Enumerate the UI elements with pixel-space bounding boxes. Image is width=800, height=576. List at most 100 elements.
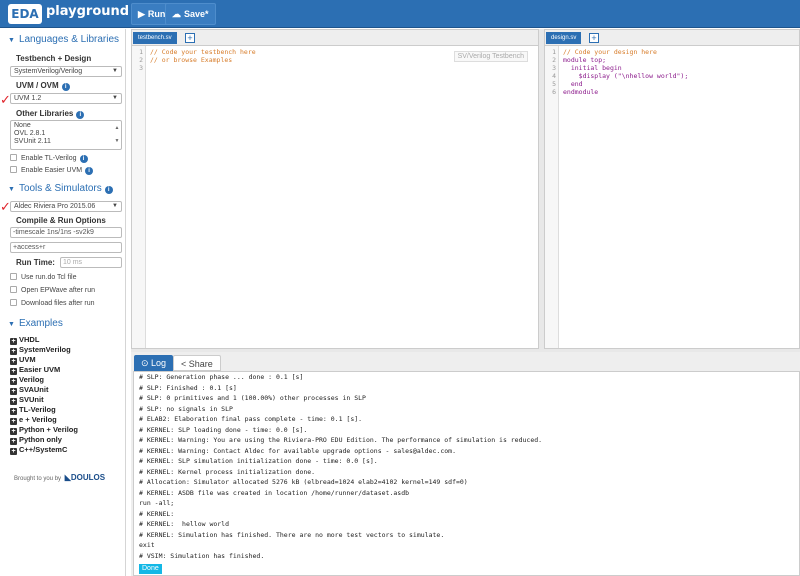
add-file-button[interactable]: + (185, 33, 195, 43)
line-number: 2 (139, 56, 143, 64)
caret-down-icon: ▼ (8, 37, 15, 44)
example-svaunit[interactable]: + SVAUnit (10, 385, 48, 395)
chevron-down-icon: ▼ (112, 68, 118, 74)
example-label: SystemVerilog (19, 345, 71, 354)
log-line: # Allocation: Simulator allocated 5276 k… (139, 478, 468, 486)
example-vhdl[interactable]: + VHDL (10, 335, 39, 345)
list-item[interactable]: None (14, 122, 118, 130)
log-line: # KERNEL: Warning: Contact Aldec for ava… (139, 447, 456, 455)
checkbox-label: Use run.do Tcl file (21, 274, 77, 281)
plus-icon: + (10, 438, 17, 445)
example-svunit[interactable]: + SVUnit (10, 395, 44, 405)
uvm-ovm-label: UVM / OVM i (16, 81, 70, 91)
example-python-verilog[interactable]: + Python + Verilog (10, 425, 78, 435)
tab-share[interactable]: < Share (173, 355, 221, 371)
caret-down-icon: ▼ (8, 186, 15, 193)
example-label: SVAUnit (19, 385, 49, 394)
design-editor[interactable]: 1 2 3 4 5 6 // Code your design here mod… (545, 45, 799, 348)
enable-tl-verilog-checkbox[interactable]: Enable TL-Verilog i (10, 154, 88, 163)
checkbox-label: Download files after run (21, 300, 95, 307)
example-tl-verilog[interactable]: + TL-Verilog (10, 405, 56, 415)
example-verilog[interactable]: + Verilog (10, 375, 44, 385)
tab-design[interactable]: design.sv (546, 32, 582, 44)
checkbox-box[interactable] (10, 286, 17, 293)
simulator-select[interactable]: Aldec Riviera Pro 2015.06 ▼ (10, 201, 122, 212)
top-bar: EDA playground ▶ Run ☁ Save* (0, 0, 800, 28)
open-epwave-checkbox[interactable]: Open EPWave after run (10, 286, 95, 294)
example-label: UVM (19, 355, 36, 364)
checkbox-label: Enable TL-Verilog (21, 155, 77, 162)
code-line: // or browse Examples (150, 56, 233, 64)
line-number: 6 (552, 88, 556, 96)
checkbox-box[interactable] (10, 299, 17, 306)
info-icon[interactable]: i (85, 167, 94, 175)
compile-run-options-label: Compile & Run Options (16, 216, 106, 225)
run-time-label: Run Time: (16, 258, 55, 267)
languages-libraries-header[interactable]: ▼ Languages & Libraries (8, 34, 119, 45)
example-label: e + Verilog (19, 415, 57, 424)
code-line: initial begin (563, 64, 622, 72)
example-uvm[interactable]: + UVM (10, 355, 36, 365)
log-line: exit (139, 541, 155, 549)
log-line: # KERNEL: ASDB file was created in locat… (139, 489, 410, 497)
log-line: # KERNEL: hellow world (139, 520, 230, 528)
example-python-only[interactable]: + Python only (10, 435, 62, 445)
tab-log[interactable]: ⊙ Log (134, 355, 174, 371)
logo-eda: EDA (8, 4, 42, 24)
use-run-do-checkbox[interactable]: Use run.do Tcl file (10, 273, 77, 281)
red-check-mark-uvm: ✓ (0, 93, 11, 108)
play-icon: ▶ (138, 9, 145, 19)
example-label: Verilog (19, 375, 45, 384)
info-icon[interactable]: i (61, 83, 70, 91)
checkbox-label: Enable Easier UVM (21, 167, 83, 174)
language-badge: SV/Verilog Testbench (453, 51, 528, 62)
log-output[interactable]: # SLP: Generation phase ... done : 0.1 [… (133, 371, 800, 576)
tab-testbench[interactable]: testbench.sv (133, 32, 177, 44)
add-file-button[interactable]: + (589, 33, 599, 43)
code-line: module top; (563, 56, 607, 64)
example-e-verilog[interactable]: + e + Verilog (10, 415, 57, 425)
list-item[interactable]: OVL 2.8.1 (14, 130, 118, 138)
logo-playground: playground (46, 4, 130, 19)
compile-options-input[interactable]: -timescale 1ns/1ns -sv2k9 (10, 227, 122, 238)
checkbox-box[interactable] (10, 273, 17, 280)
code-line: // Code your design here (563, 48, 657, 56)
info-icon[interactable]: i (104, 186, 113, 194)
examples-header[interactable]: ▼ Examples (8, 318, 63, 329)
tools-simulators-header[interactable]: ▼ Tools & Simulators i (8, 183, 113, 194)
sidebar: ▼ Languages & Libraries Testbench + Desig… (0, 29, 126, 576)
log-line: # ELAB2: Elaboration final pass complete… (139, 415, 363, 423)
list-scrollbar[interactable]: ▲ ▼ (114, 122, 120, 148)
other-libraries-list[interactable]: None OVL 2.8.1 SVUnit 2.11 ▲ ▼ (10, 120, 122, 150)
enable-easier-uvm-checkbox[interactable]: Enable Easier UVM i (10, 166, 94, 175)
checkbox-box[interactable] (10, 154, 17, 161)
checkbox-box[interactable] (10, 166, 17, 173)
example-label: TL-Verilog (19, 405, 56, 414)
doulos-logo[interactable]: ◣DOULOS (65, 473, 105, 482)
language-select[interactable]: SystemVerilog/Verilog ▼ (10, 66, 122, 77)
eda-playground-logo[interactable]: EDA playground (8, 2, 129, 26)
example-systemverilog[interactable]: + SystemVerilog (10, 345, 71, 355)
info-icon[interactable]: i (76, 111, 85, 119)
other-libs-text: Other Libraries (16, 109, 74, 118)
log-line: # SLP: Generation phase ... done : 0.1 [… (139, 373, 304, 381)
example-cpp-systemc[interactable]: + C++/SystemC (10, 445, 67, 455)
chevron-down-icon: ▼ (112, 95, 118, 101)
testbench-editor[interactable]: 1 2 3 // Code your testbench here // or … (132, 45, 538, 348)
example-label: Easier UVM (19, 365, 61, 374)
save-button[interactable]: ☁ Save* (165, 3, 216, 25)
run-time-input[interactable]: 10 ms (60, 257, 122, 268)
log-line: # SLP: 0 primitives and 1 (100.00%) othe… (139, 394, 366, 402)
run-options-input[interactable]: +access+r (10, 242, 122, 253)
code-line: // Code your testbench here (150, 48, 256, 56)
log-line: # KERNEL: Simulation has finished. There… (139, 531, 445, 539)
line-gutter: 1 2 3 (132, 46, 146, 348)
plus-icon: + (10, 368, 17, 375)
chevron-down-icon: ▼ (112, 203, 118, 209)
log-line: # KERNEL: SLP simulation initialization … (139, 457, 378, 465)
info-icon[interactable]: i (79, 155, 88, 163)
uvm-select[interactable]: UVM 1.2 ▼ (10, 93, 122, 104)
download-files-checkbox[interactable]: Download files after run (10, 299, 95, 307)
list-item[interactable]: SVUnit 2.11 (14, 138, 118, 146)
example-easier-uvm[interactable]: + Easier UVM (10, 365, 60, 375)
